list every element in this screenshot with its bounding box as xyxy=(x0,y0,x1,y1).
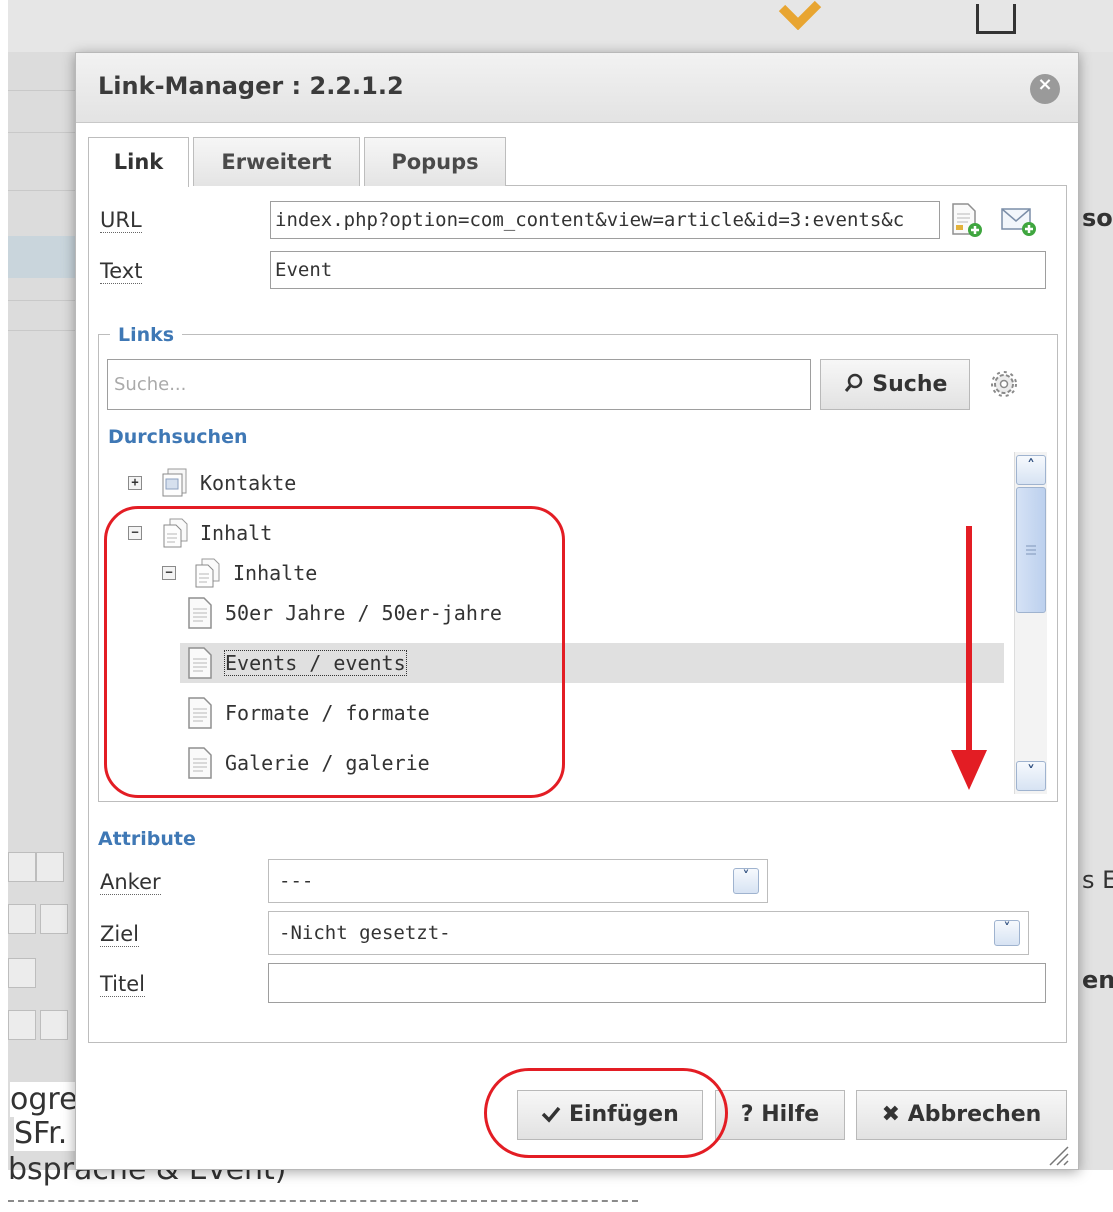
background-row-line xyxy=(8,132,75,133)
title-input[interactable] xyxy=(268,963,1046,1003)
grip-icon xyxy=(1026,545,1036,555)
anchor-select[interactable]: --- ˅ xyxy=(268,859,768,903)
expand-kontakte-toggle[interactable]: + xyxy=(128,476,142,490)
cancel-button-label: Abbrechen xyxy=(907,1102,1042,1127)
links-legend: Links xyxy=(110,324,183,346)
browse-file-icon[interactable] xyxy=(950,202,984,238)
tab-link[interactable]: Link xyxy=(88,137,189,187)
scroll-up-arrow-icon[interactable]: ˄ xyxy=(1016,455,1046,485)
tab-label: Popups xyxy=(391,150,479,174)
target-select[interactable]: -Nicht gesetzt- ˅ xyxy=(268,911,1029,955)
background-toolbar-button xyxy=(8,1010,36,1040)
background-right-text: s E xyxy=(1082,866,1113,894)
close-icon: × xyxy=(1037,74,1053,95)
background-row-line xyxy=(8,300,75,301)
background-row-line xyxy=(8,90,75,91)
anchor-value: --- xyxy=(279,870,314,892)
browse-title: Durchsuchen xyxy=(108,426,248,448)
tab-popups[interactable]: Popups xyxy=(364,137,506,186)
text-input[interactable]: Event xyxy=(270,251,1046,289)
chevron-down-icon: ˅ xyxy=(994,920,1020,946)
tab-label: Link xyxy=(113,150,164,174)
tab-erweitert[interactable]: Erweitert xyxy=(193,137,360,186)
background-toolbar-button xyxy=(8,958,36,988)
annotation-highlight-insert xyxy=(484,1068,728,1158)
search-placeholder: Suche... xyxy=(114,374,187,395)
resize-handle-icon[interactable] xyxy=(1046,1143,1070,1167)
tab-label: Erweitert xyxy=(221,150,332,174)
page-left-edge xyxy=(0,0,8,1212)
email-link-icon[interactable] xyxy=(1000,205,1038,237)
background-save-check-icon xyxy=(778,0,822,30)
background-right-text: sop xyxy=(1082,204,1113,232)
help-button[interactable]: ? Hilfe xyxy=(715,1090,845,1140)
text-label: Text xyxy=(100,259,143,284)
settings-gear-icon[interactable] xyxy=(988,368,1020,400)
search-icon xyxy=(844,373,862,392)
url-input[interactable]: index.php?option=com_content&view=articl… xyxy=(270,201,940,239)
title-label: Titel xyxy=(100,972,146,997)
scrollbar-thumb[interactable] xyxy=(1016,487,1046,613)
background-toolbar-button xyxy=(40,1010,68,1040)
search-button[interactable]: Suche xyxy=(820,359,970,410)
annotation-down-arrow-icon xyxy=(951,526,987,790)
background-row-line xyxy=(8,190,75,191)
annotation-highlight-tree xyxy=(104,506,565,798)
background-editor-text: SFr. xyxy=(14,1116,76,1151)
cancel-button[interactable]: ✖ Abbrechen xyxy=(856,1090,1067,1140)
search-button-label: Suche xyxy=(872,372,948,397)
background-copy-icon xyxy=(8,904,36,934)
dialog-title: Link-Manager : 2.2.1.2 xyxy=(98,72,404,100)
attributes-title: Attribute xyxy=(98,828,196,850)
background-right-text: en xyxy=(1082,966,1113,994)
close-button[interactable]: × xyxy=(1030,74,1060,104)
help-icon: ? xyxy=(740,1102,754,1127)
scroll-down-arrow-icon[interactable]: ˅ xyxy=(1016,761,1046,791)
help-button-label: Hilfe xyxy=(761,1102,820,1127)
chevron-down-icon: ˅ xyxy=(733,868,759,894)
cancel-icon: ✖ xyxy=(881,1102,901,1127)
search-input[interactable]: Suche... xyxy=(107,359,811,410)
background-save-close-icon xyxy=(976,4,1016,34)
background-paste-icon xyxy=(40,904,68,934)
background-toolbar-button xyxy=(8,852,36,882)
tree-item-kontakte[interactable]: Kontakte xyxy=(200,471,296,495)
background-toolbar xyxy=(8,0,1113,52)
background-editor-text: ogres xyxy=(10,1082,76,1117)
background-quote-icon xyxy=(36,852,64,882)
target-value: -Nicht gesetzt- xyxy=(279,922,451,944)
folder-icon xyxy=(162,468,187,497)
background-highlight-strip xyxy=(8,236,75,278)
background-row-line xyxy=(8,330,75,331)
anchor-label: Anker xyxy=(100,870,161,895)
url-label: URL xyxy=(100,208,142,233)
target-label: Ziel xyxy=(100,922,139,947)
background-divider xyxy=(8,1200,638,1202)
